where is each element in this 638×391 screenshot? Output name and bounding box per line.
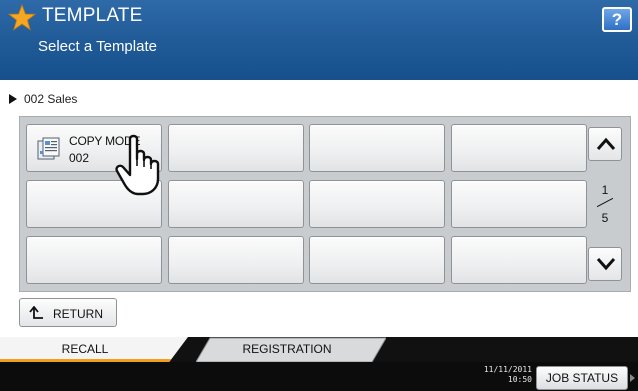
template-button-empty[interactable] bbox=[451, 180, 587, 228]
template-button-empty[interactable] bbox=[309, 180, 445, 228]
time-text: 10:50 bbox=[507, 375, 532, 384]
page-subtitle: Select a Template bbox=[38, 38, 157, 55]
return-button[interactable]: RETURN bbox=[19, 298, 117, 327]
page-divider bbox=[596, 197, 614, 208]
template-button-empty[interactable] bbox=[309, 124, 445, 172]
hand-cursor-icon bbox=[115, 134, 160, 196]
app-title: TEMPLATE bbox=[42, 5, 143, 26]
page-indicator: 1 5 bbox=[588, 181, 622, 231]
header-bar: TEMPLATE ? Select a Template bbox=[0, 0, 638, 80]
template-grid: COPY MODE 002 1 5 bbox=[19, 116, 631, 292]
scroll-down-button[interactable] bbox=[588, 247, 622, 281]
date-text: 11/11/2011 bbox=[483, 365, 532, 374]
copy-mode-icon bbox=[37, 137, 60, 160]
breadcrumb-label: 002 Sales bbox=[24, 92, 78, 106]
chevron-down-icon bbox=[596, 258, 616, 271]
job-status-button[interactable]: JOB STATUS bbox=[536, 366, 628, 390]
template-button-empty[interactable] bbox=[309, 236, 445, 284]
play-arrow-icon bbox=[9, 94, 17, 104]
tab-recall-label: RECALL bbox=[61, 342, 109, 356]
page-current: 1 bbox=[601, 183, 609, 197]
tab-registration-label: REGISTRATION bbox=[242, 342, 332, 356]
chevron-up-icon bbox=[596, 137, 616, 150]
template-button-empty[interactable] bbox=[26, 236, 162, 284]
template-button-empty[interactable] bbox=[451, 236, 587, 284]
breadcrumb: 002 Sales bbox=[9, 92, 77, 106]
title-row: TEMPLATE ? bbox=[0, 0, 638, 36]
page-total: 5 bbox=[601, 211, 609, 225]
template-number: 002 bbox=[69, 151, 90, 165]
return-label: RETURN bbox=[53, 307, 103, 321]
date-time-display: 11/11/2011 10:50 bbox=[472, 365, 532, 385]
template-button-empty[interactable] bbox=[451, 124, 587, 172]
template-button-empty[interactable] bbox=[168, 236, 304, 284]
template-button-empty[interactable] bbox=[168, 180, 304, 228]
job-status-arrow-icon bbox=[630, 374, 635, 382]
template-button-empty[interactable] bbox=[168, 124, 304, 172]
star-icon bbox=[8, 4, 36, 31]
return-arrow-icon bbox=[29, 306, 43, 319]
help-button[interactable]: ? bbox=[602, 7, 632, 32]
scroll-up-button[interactable] bbox=[588, 127, 622, 161]
